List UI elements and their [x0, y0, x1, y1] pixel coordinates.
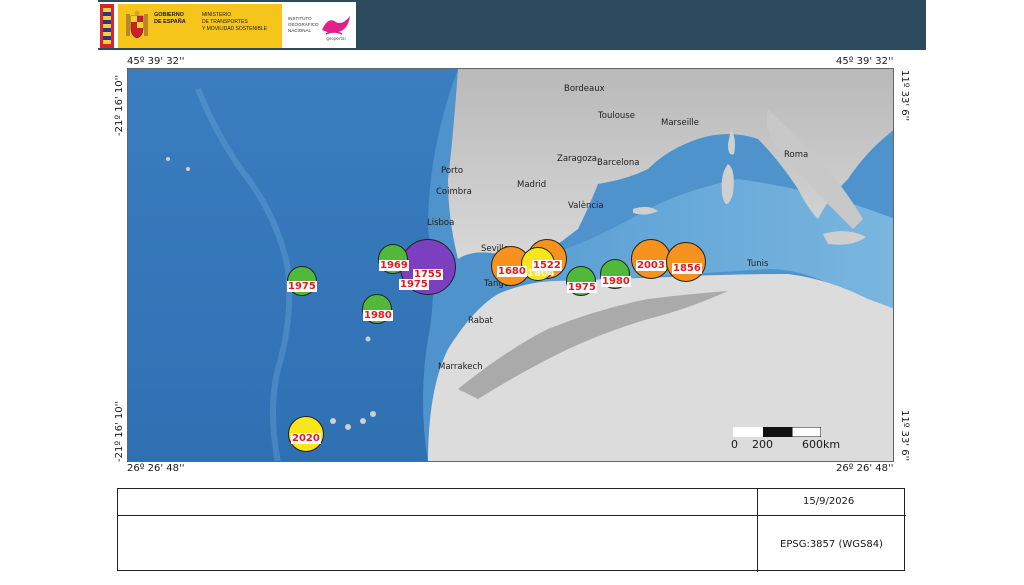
coord-top-left: 45º 39' 32''	[127, 56, 185, 67]
coord-top-right: 45º 39' 32''	[836, 56, 894, 67]
table-cell	[118, 489, 758, 516]
city-label: Madrid	[517, 180, 547, 190]
city-label: Barcelona	[597, 158, 640, 168]
city-label: Porto	[441, 166, 464, 176]
city-label: València	[568, 201, 604, 211]
projection-value: EPSG:3857 (WGS84)	[780, 539, 883, 550]
flag-stripe-icon	[100, 4, 114, 48]
earthquake-marker[interactable]	[666, 242, 706, 282]
scale-label-end: 600km	[802, 438, 841, 451]
map-view[interactable]: Bordeaux Toulouse Marseille Roma Zaragoz…	[127, 68, 894, 462]
coord-left-top: -21º 16' 10''	[114, 74, 125, 136]
earthquake-year-label: 1856	[672, 263, 702, 274]
scale-label-start: 0	[731, 438, 738, 451]
scale-bar	[733, 427, 821, 437]
table-cell: 15/9/2026	[758, 489, 906, 516]
earthquake-year-label: 1804	[527, 268, 555, 279]
city-label: Zaragoza	[557, 154, 598, 164]
scale-label-mid: 200	[752, 438, 773, 451]
city-label: Marseille	[661, 118, 700, 128]
table-cell: EPSG:3857 (WGS84)	[758, 516, 906, 572]
coord-bottom-left: 26º 26' 48''	[127, 463, 185, 474]
gov-label: GOBIERNO DE ESPAÑA	[154, 12, 186, 25]
earthquake-year-label: 1980	[363, 310, 393, 321]
earthquake-year-label: 1975	[399, 279, 429, 290]
coord-left-bottom: -21º 16' 10''	[114, 400, 125, 462]
svg-text:geoportal: geoportal	[326, 36, 345, 41]
city-label: Coimbra	[436, 187, 472, 197]
city-label: Bordeaux	[564, 84, 605, 94]
earthquake-year-label: 1969	[379, 260, 409, 271]
city-label: Tunis	[747, 259, 769, 269]
earthquake-year-label: 1980	[601, 276, 631, 287]
earthquake-year-label: 1975	[567, 282, 597, 293]
ign-logo-icon: geoportal	[322, 16, 350, 41]
earthquake-year-label: 1975	[287, 281, 317, 292]
table-cell	[118, 516, 758, 572]
date-value: 15/9/2026	[803, 496, 855, 507]
earthquake-year-label: 2020	[291, 433, 321, 444]
institute-label: INSTITUTO GEOGRÁFICO NACIONAL	[288, 16, 319, 33]
city-label: Lisboa	[427, 218, 455, 228]
coat-of-arms-icon	[126, 10, 148, 39]
logo-panel: GOBIERNO DE ESPAÑA MINISTERIO DE TRANSPO…	[98, 2, 356, 48]
city-label: Marrakech	[438, 362, 483, 372]
earthquake-marker[interactable]	[631, 239, 671, 279]
city-label: Roma	[784, 150, 809, 160]
coord-bottom-right: 26º 26' 48''	[836, 463, 894, 474]
earthquake-year-label: 2003	[636, 260, 666, 271]
city-label: Toulouse	[598, 111, 635, 121]
ministry-label: MINISTERIO DE TRANSPORTES Y MOVILIDAD SO…	[202, 12, 267, 32]
city-label: Rabat	[468, 316, 493, 326]
header-bar: GOBIERNO DE ESPAÑA MINISTERIO DE TRANSPO…	[98, 0, 926, 50]
coord-right-top: 11º 33' 6''	[899, 70, 910, 122]
coord-right-bottom: 11º 33' 6''	[899, 410, 910, 462]
earthquake-year-label: 1680	[497, 266, 527, 277]
info-table: 15/9/2026 EPSG:3857 (WGS84)	[117, 488, 906, 572]
